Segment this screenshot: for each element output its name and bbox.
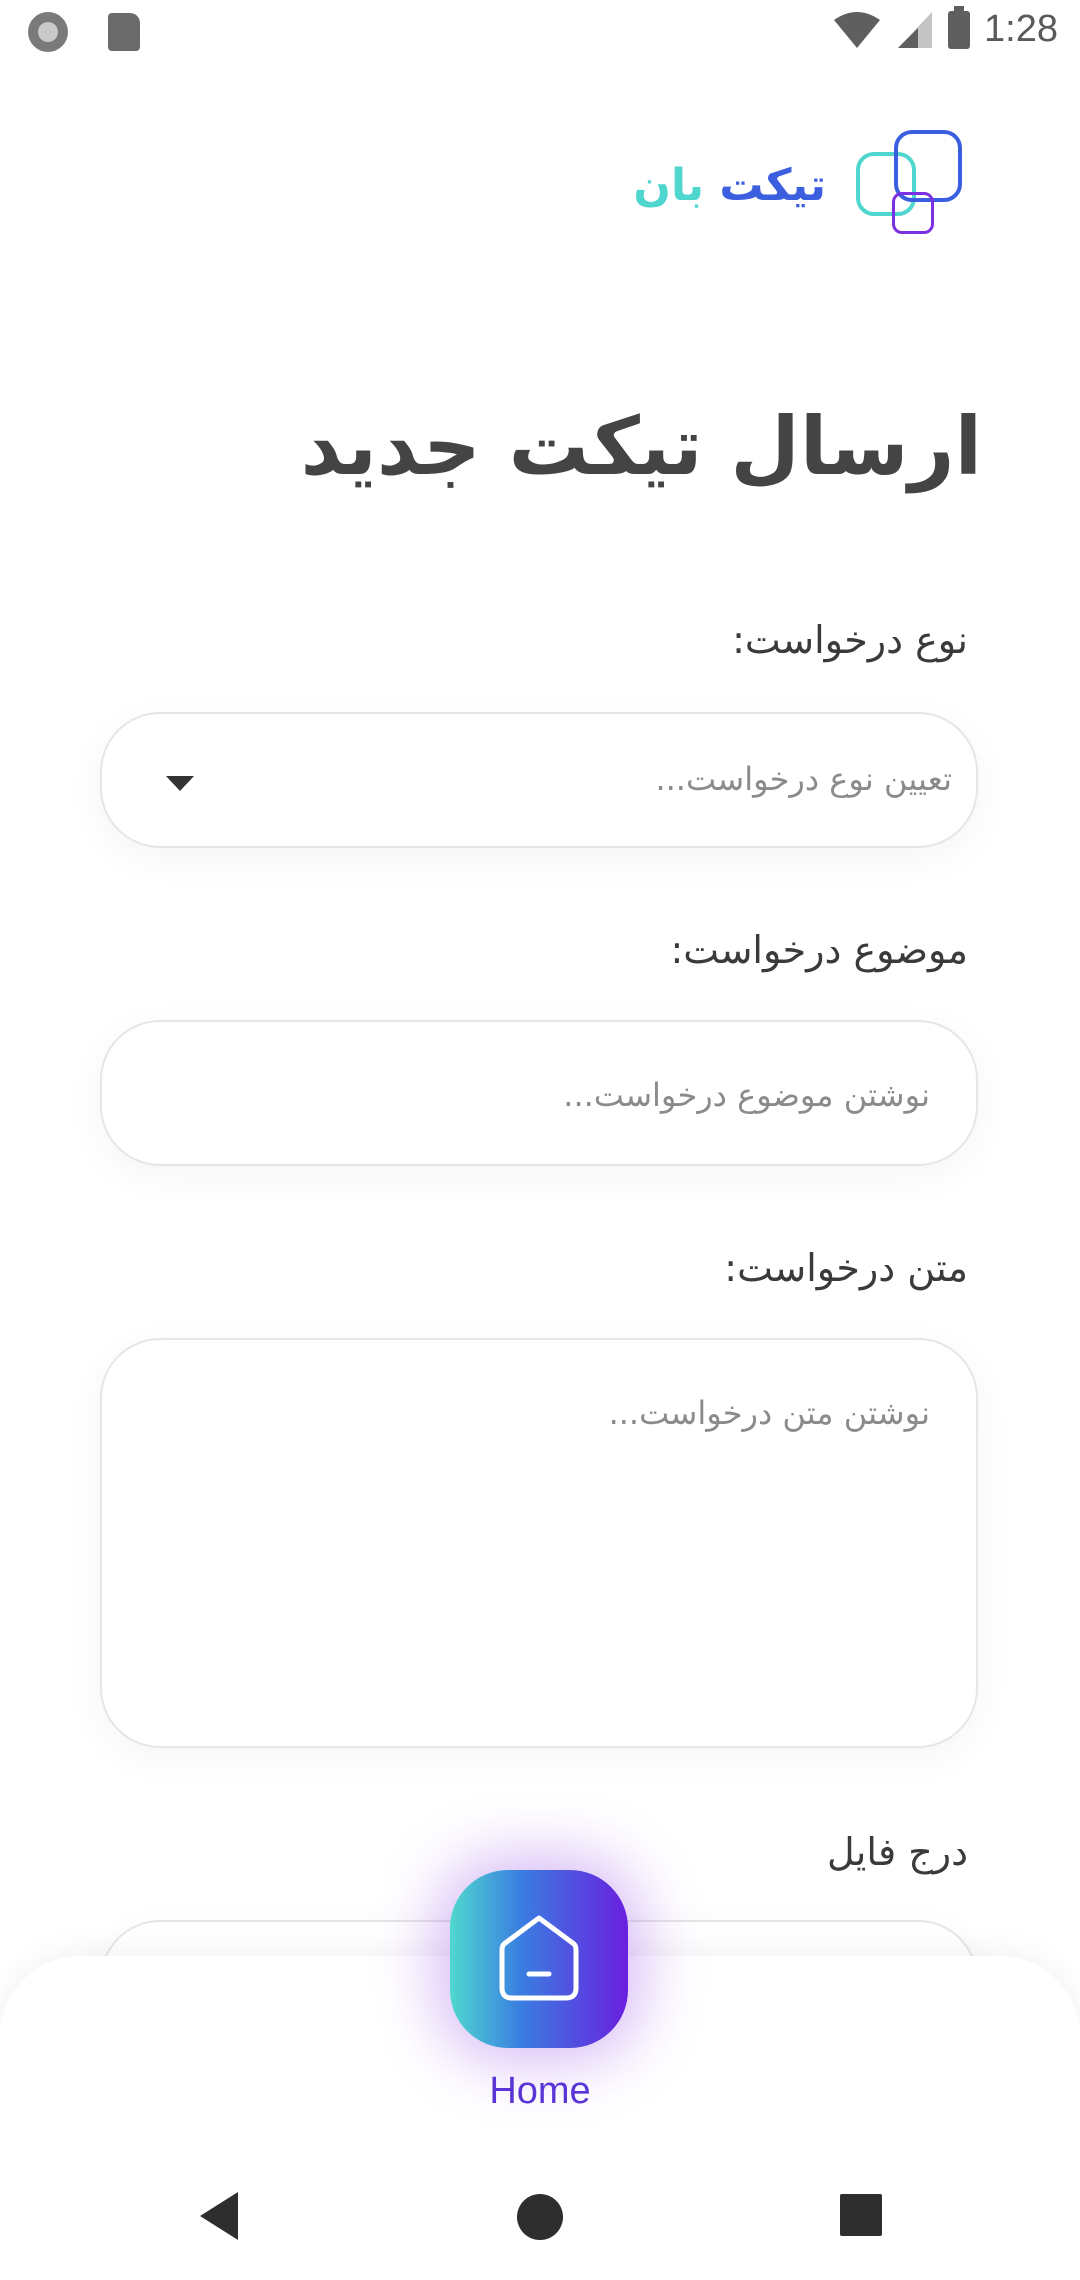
- request-body-label: متن درخواست:: [724, 1246, 968, 1290]
- status-time: 1:28: [984, 8, 1058, 50]
- status-icons-left: [28, 12, 140, 52]
- record-icon: [28, 12, 68, 52]
- app-logo: تیکت بان: [633, 130, 980, 240]
- status-icons-right: 1:28: [832, 5, 1058, 51]
- status-bar: 1:28: [0, 0, 1080, 66]
- chevron-down-icon: [166, 776, 194, 791]
- request-type-select[interactable]: تعیین نوع درخواست...: [100, 712, 978, 848]
- home-icon: [499, 1915, 579, 2001]
- logo-word-2: بان: [633, 159, 705, 211]
- request-subject-placeholder: نوشتن موضوع درخواست...: [563, 1076, 930, 1114]
- request-type-placeholder: تعیین نوع درخواست...: [655, 760, 952, 798]
- file-upload-label: درج فایل: [827, 1830, 968, 1874]
- back-icon[interactable]: [200, 2192, 238, 2240]
- request-type-label: نوع درخواست:: [732, 618, 968, 662]
- system-nav-bar: [0, 2160, 1080, 2260]
- request-body-placeholder: نوشتن متن درخواست...: [608, 1394, 930, 1432]
- request-subject-input[interactable]: نوشتن موضوع درخواست...: [100, 1020, 978, 1166]
- recents-icon[interactable]: [840, 2194, 882, 2236]
- system-home-icon[interactable]: [517, 2194, 563, 2240]
- logo-text: تیکت بان: [633, 160, 826, 211]
- request-subject-label: موضوع درخواست:: [670, 928, 968, 972]
- sd-card-icon: [108, 13, 140, 51]
- home-nav-label[interactable]: Home: [0, 2070, 1080, 2113]
- home-button[interactable]: [450, 1870, 628, 2048]
- request-body-textarea[interactable]: نوشتن متن درخواست...: [100, 1338, 978, 1748]
- logo-word-1: تیکت: [719, 159, 826, 211]
- page-title: ارسال تیکت جدید: [300, 400, 982, 493]
- battery-icon: [948, 5, 971, 49]
- logo-mark-icon: [856, 130, 980, 240]
- signal-icon: [898, 11, 933, 48]
- wifi-icon: [834, 11, 881, 48]
